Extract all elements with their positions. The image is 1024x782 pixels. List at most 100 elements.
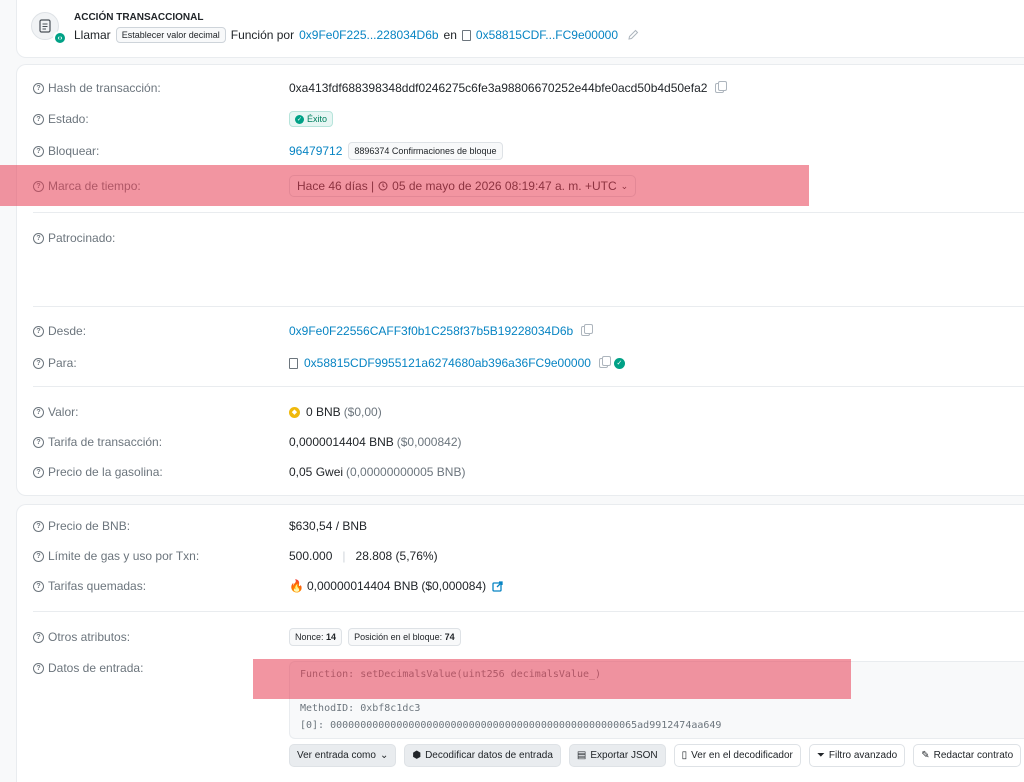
contract-doc-icon <box>289 357 298 369</box>
help-icon[interactable]: ? <box>33 436 44 448</box>
document-icon: ▯ <box>681 750 688 761</box>
timestamp-label: Marca de tiempo: <box>48 179 141 193</box>
value-row: ? Valor: ◆ 0 BNB ($0,00) <box>17 402 1024 422</box>
gas-price-amount: 0,05 Gwei <box>289 465 344 479</box>
fee-label: Tarifa de transacción: <box>48 435 163 449</box>
export-json-button[interactable]: ▤ Exportar JSON <box>568 744 666 767</box>
help-icon[interactable]: ? <box>33 232 44 244</box>
header-title: ACCIÓN TRANSACCIONAL <box>74 12 204 23</box>
overview-card: ? Hash de transacción: 0xa413fdf688398348… <box>16 64 1024 496</box>
divider <box>33 212 1024 213</box>
gas-usage-value: 28.808 (5,76%) <box>355 549 438 563</box>
advanced-filter-button[interactable]: ⏷ Filtro avanzado <box>808 744 906 767</box>
help-icon[interactable]: ? <box>33 662 44 674</box>
fee-amount: 0,0000014404 BNB <box>289 435 394 449</box>
block-row: ? Bloquear: 96479712 8896374 Confirmacione… <box>17 141 1024 161</box>
value-label: Valor: <box>48 405 79 419</box>
gas-separator: | <box>342 549 346 563</box>
timestamp-dropdown[interactable]: Hace 46 días | 05 de mayo de 2026 08:19:… <box>289 175 637 197</box>
edit-icon: ✎ <box>921 750 930 761</box>
timestamp-row: ? Marca de tiempo: Hace 46 días | 05 de m… <box>17 175 1024 197</box>
help-icon[interactable]: ? <box>33 631 44 643</box>
nonce-badge: Nonce: 14 <box>289 628 343 646</box>
external-link-icon[interactable] <box>492 580 503 592</box>
gas-price-row: ? Precio de la gasolina: 0,05 Gwei (0,0000… <box>17 462 1024 482</box>
nonce-label: Nonce: <box>295 632 324 642</box>
verified-check-icon: ✓ <box>613 357 625 369</box>
fee-row: ? Tarifa de transacción: 0,0000014404 BNB… <box>17 432 1024 452</box>
burned-fees-row: ? Tarifas quemadas: 🔥 0,00000014404 BNB ($0… <box>17 576 1024 596</box>
code-badge-icon: ‹› <box>53 31 67 45</box>
copy-icon[interactable] <box>581 324 594 336</box>
timestamp-relative: Hace 46 días | <box>297 179 375 193</box>
from-address-link[interactable]: 0x9Fe0F22556CAFF3f0b1C258f37b5B19228034D… <box>289 324 573 338</box>
gas-price-label: Precio de la gasolina: <box>48 465 163 479</box>
help-icon[interactable]: ? <box>33 406 44 418</box>
view-input-label: Ver entrada como <box>297 750 376 761</box>
value-usd: ($0,00) <box>343 405 382 419</box>
advanced-filter-label: Filtro avanzado <box>828 750 898 761</box>
status-text: Éxito <box>307 114 328 124</box>
function-signature: Function: setDecimalsValue(uint256 decim… <box>300 669 602 680</box>
filter-icon: ⏷ <box>816 750 825 761</box>
copy-icon[interactable] <box>715 81 728 93</box>
function-by-label: Función por <box>230 28 295 42</box>
copy-icon[interactable] <box>598 356 611 368</box>
help-icon[interactable]: ? <box>33 145 44 157</box>
hash-label: Hash de transacción: <box>48 81 161 95</box>
gas-limit-row: ? Límite de gas y uso por Txn: 500.000 | 28… <box>17 546 1024 566</box>
help-icon[interactable]: ? <box>33 325 44 337</box>
help-icon[interactable]: ? <box>33 520 44 532</box>
gas-price-detail: (0,00000000005 BNB) <box>346 465 466 479</box>
value-amount: 0 BNB <box>306 405 341 419</box>
nonce-value: 14 <box>326 632 337 642</box>
bnb-price-row: ? Precio de BNB: $630,54 / BNB <box>17 516 1024 536</box>
from-label: Desde: <box>48 324 87 338</box>
decode-input-button[interactable]: ⬢ Decodificar datos de entrada <box>404 744 561 767</box>
position-badge: Posición en el bloque: 74 <box>348 628 461 646</box>
file-icon: ▤ <box>576 750 587 761</box>
divider <box>33 611 1024 612</box>
help-icon[interactable]: ? <box>33 580 44 592</box>
decode-label: Decodificar datos de entrada <box>425 750 553 761</box>
block-link[interactable]: 96479712 <box>289 144 342 158</box>
header-to-link[interactable]: 0x58815CDF...FC9e00000 <box>476 28 618 42</box>
input-data-box[interactable]: Function: setDecimalsValue(uint256 decim… <box>289 661 1024 739</box>
sponsored-label: Patrocinado: <box>48 231 116 245</box>
help-icon[interactable]: ? <box>33 82 44 94</box>
to-row: ? Para: 0x58815CDF9955121a6274680ab396a36… <box>17 353 1024 373</box>
call-label: Llamar <box>74 28 111 42</box>
header-from-link[interactable]: 0x9Fe0F225...228034D6b <box>299 28 438 42</box>
transaction-action-header: ‹› ACCIÓN TRANSACCIONAL Llamar Establece… <box>16 0 1024 58</box>
help-icon[interactable]: ? <box>33 550 44 562</box>
confirmations-badge: 8896374 Confirmaciones de bloque <box>348 142 503 160</box>
input-data-label: Datos de entrada: <box>48 661 144 675</box>
flame-icon: 🔥 <box>289 579 304 593</box>
edit-icon[interactable] <box>627 29 639 41</box>
help-icon[interactable]: ? <box>33 180 44 192</box>
bnb-price-label: Precio de BNB: <box>48 519 131 533</box>
more-details-card: ? Precio de BNB: $630,54 / BNB ? Límite de… <box>16 504 1024 782</box>
cubes-icon: ⬢ <box>412 750 422 761</box>
hash-row: ? Hash de transacción: 0xa413fdf688398348… <box>17 78 1024 98</box>
write-contract-button[interactable]: ✎ Redactar contrato <box>913 744 1022 767</box>
help-icon[interactable]: ? <box>33 357 44 369</box>
method-tag: Establecer valor decimal <box>115 27 226 43</box>
fee-usd: ($0,000842) <box>396 435 462 449</box>
block-label: Bloquear: <box>48 144 100 158</box>
status-row: ? Estado: ✓ Éxito <box>17 109 1024 129</box>
method-id: MethodID: 0xbf8c1dc3 <box>300 703 421 714</box>
to-address-link[interactable]: 0x58815CDF9955121a6274680ab396a36FC9e000… <box>304 356 591 370</box>
gas-limit-value: 500.000 <box>289 549 333 563</box>
help-icon[interactable]: ? <box>33 113 44 125</box>
timestamp-date: 05 de mayo de 2026 08:19:47 a. m. +UTC <box>392 179 617 193</box>
on-label: en <box>443 28 457 42</box>
view-in-decoder-button[interactable]: ▯ Ver en el decodificador <box>673 744 801 767</box>
write-contract-label: Redactar contrato <box>933 750 1014 761</box>
to-label: Para: <box>48 356 77 370</box>
view-input-as-dropdown[interactable]: Ver entrada como ⌄ <box>289 744 397 767</box>
help-icon[interactable]: ? <box>33 466 44 478</box>
burned-fees-label: Tarifas quemadas: <box>48 579 147 593</box>
chevron-down-icon: ⌄ <box>379 750 389 761</box>
from-row: ? Desde: 0x9Fe0F22556CAFF3f0b1C258f37b5B1… <box>17 321 1024 341</box>
